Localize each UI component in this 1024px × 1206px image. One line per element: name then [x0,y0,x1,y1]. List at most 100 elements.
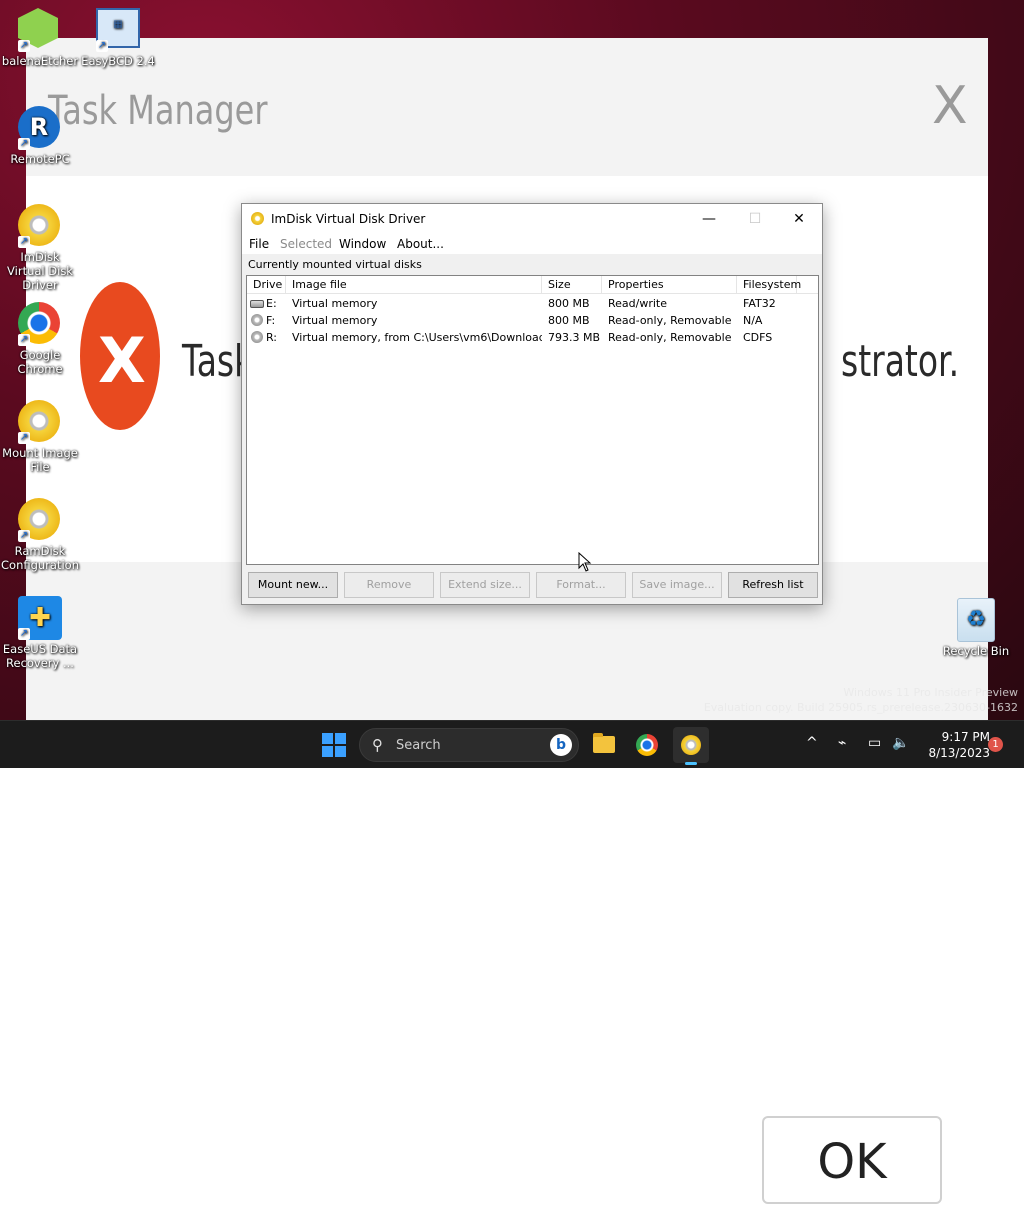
folder-icon [593,733,615,753]
cell-size: 800 MB [548,297,590,310]
network-icon[interactable]: ⌁ [838,735,846,751]
shortcut-arrow-icon: ↗ [18,138,30,150]
menu-window[interactable]: Window [339,237,386,251]
desktop-icon-easeus[interactable]: ✚ ↗ EaseUS Data Recovery ... [0,596,80,670]
taskbar-clock[interactable]: 9:17 PM 8/13/2023 [916,729,990,761]
task-manager-title: Task Manager [48,88,268,134]
shortcut-arrow-icon: ↗ [18,530,30,542]
search-placeholder: Search [396,738,441,753]
taskbar-file-explorer[interactable] [585,727,621,763]
taskbar: ⚲ Search b ^ ⌁ ▭ 🔈 9:17 PM 8/13/2023 1 [0,720,1024,768]
cell-properties: Read-only, Removable [608,314,732,327]
desktop-icon-label: Recycle Bin [942,644,1010,658]
task-manager-close-icon[interactable]: X [932,76,968,136]
desktop-icon-label: Mount Image File [2,446,78,474]
minimize-icon[interactable]: — [686,204,732,234]
shortcut-arrow-icon: ↗ [18,432,30,444]
cell-filesystem: N/A [743,314,763,327]
shortcut-arrow-icon: ↗ [96,40,108,52]
imdisk-titlebar[interactable]: ImDisk Virtual Disk Driver — ☐ ✕ [242,204,822,234]
desktop-icon-label: Google Chrome [17,348,63,376]
shortcut-arrow-icon: ↗ [18,236,30,248]
windows-start-icon[interactable] [322,733,346,757]
column-header-image-file[interactable]: Image file [286,276,542,293]
refresh-list-button[interactable]: Refresh list [728,572,818,598]
cell-image-file: Virtual memory [292,314,378,327]
desktop-icon-label: EasyBCD 2.4 [81,54,155,68]
cell-size: 793.3 MB [548,331,601,344]
desktop-icon-mount-image[interactable]: ↗ Mount Image File [0,400,80,474]
taskbar-imdisk[interactable] [673,727,709,765]
remove-button[interactable]: Remove [344,572,434,598]
task-manager-message-right: strator. [841,336,960,387]
ok-button[interactable]: OK [762,1116,942,1204]
clock-time: 9:17 PM [941,730,990,744]
error-x-glyph: X [98,324,146,397]
mounted-disks-label: Currently mounted virtual disks [248,258,422,271]
list-header: Drive Image file Size Properties Filesys… [247,276,818,294]
desktop-icon-label: RemotePC [10,152,70,166]
notification-badge[interactable]: 1 [988,737,1003,752]
shortcut-arrow-icon: ↗ [18,40,30,52]
table-row[interactable]: F: Virtual memory 800 MB Read-only, Remo… [247,312,818,329]
extend-size-button[interactable]: Extend size... [440,572,530,598]
cell-properties: Read-only, Removable [608,331,732,344]
bing-icon[interactable]: b [550,734,572,756]
volume-icon[interactable]: 🔈 [892,735,909,751]
imdisk-window: ImDisk Virtual Disk Driver — ☐ ✕ File Se… [241,203,823,605]
windows-watermark: Windows 11 Pro Insider Preview Evaluatio… [704,685,1018,715]
desktop-icon-easybcd[interactable]: ▦ ↗ EasyBCD 2.4 [78,8,158,68]
imdisk-window-title: ImDisk Virtual Disk Driver [271,212,426,226]
taskbar-chrome[interactable] [629,727,665,763]
watermark-line-1: Windows 11 Pro Insider Preview [843,686,1018,699]
cell-filesystem: CDFS [743,331,773,344]
menu-file[interactable]: File [249,237,269,251]
task-manager-header: Task Manager X [26,38,988,176]
recycle-bin-icon: ♻ [957,598,995,642]
column-header-drive[interactable]: Drive [247,276,286,293]
menu-selected[interactable]: Selected [280,237,332,251]
column-header-size[interactable]: Size [542,276,602,293]
table-row[interactable]: E: Virtual memory 800 MB Read/write FAT3… [247,295,818,312]
desktop-icon-label: RamDisk Configuration [1,544,79,572]
watermark-line-2: Evaluation copy. Build 25905.rs_prerelea… [703,701,1018,714]
desktop-icon-label: balenaEtcher [1,54,79,68]
desktop-icon-ramdisk[interactable]: ↗ RamDisk Configuration [0,498,80,572]
shortcut-arrow-icon: ↗ [18,334,30,346]
desktop-icon-label: ImDisk Virtual Disk Driver [7,250,73,292]
imdisk-button-bar: Mount new... Remove Extend size... Forma… [242,572,822,598]
menu-about[interactable]: About... [397,237,444,251]
cell-filesystem: FAT32 [743,297,776,310]
active-app-indicator [685,762,697,765]
save-image-button[interactable]: Save image... [632,572,722,598]
column-header-properties[interactable]: Properties [602,276,737,293]
imdisk-menubar: File Selected Window About... [242,234,822,254]
desktop-icon-balenaetcher[interactable]: ↗ balenaEtcher [0,8,80,68]
imdisk-disc-icon [681,735,701,755]
cell-image-file: Virtual memory [292,297,378,310]
tray-chevron-icon[interactable]: ^ [806,735,818,751]
table-row[interactable]: R: Virtual memory, from C:\Users\vm6\Dow… [247,329,818,346]
desktop-icon-imdisk[interactable]: ↗ ImDisk Virtual Disk Driver [0,204,80,292]
search-icon: ⚲ [372,736,383,754]
desktop-icon-chrome[interactable]: ↗ Google Chrome [0,302,80,376]
shortcut-arrow-icon: ↗ [18,628,30,640]
taskbar-search[interactable]: ⚲ Search b [359,728,579,762]
display-icon[interactable]: ▭ [868,735,881,751]
mount-new-button[interactable]: Mount new... [248,572,338,598]
maximize-icon[interactable]: ☐ [732,204,778,234]
cell-image-file: Virtual memory, from C:\Users\vm6\Downlo… [292,331,542,344]
desktop-icon-recycle-bin[interactable]: ♻ Recycle Bin [936,598,1016,658]
close-icon[interactable]: ✕ [776,204,822,234]
format-button[interactable]: Format... [536,572,626,598]
desktop-icon-label: EaseUS Data Recovery ... [2,642,78,670]
column-header-filesystem[interactable]: Filesystem [737,276,801,293]
mouse-cursor-icon [578,552,592,572]
cell-properties: Read/write [608,297,668,310]
imdisk-app-icon [251,212,264,225]
desktop-icon-remotepc[interactable]: R ↗ RemotePC [0,106,80,166]
chrome-icon [636,734,658,756]
cell-size: 800 MB [548,314,590,327]
clock-date: 8/13/2023 [928,746,990,760]
mounted-disks-list[interactable]: Drive Image file Size Properties Filesys… [246,275,819,565]
